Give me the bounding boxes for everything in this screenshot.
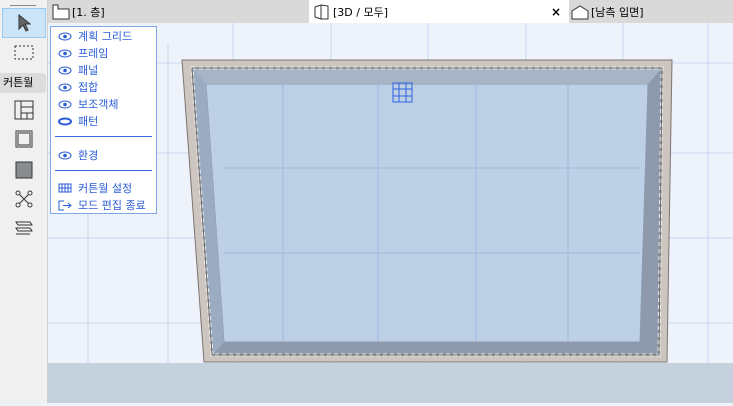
exit-icon xyxy=(58,200,72,210)
eye-icon xyxy=(58,100,72,108)
menu-label: 계획 그리드 xyxy=(78,30,133,43)
menu-item-grid[interactable]: 계획 그리드 xyxy=(58,28,132,44)
menu-label: 보조객체 xyxy=(78,98,119,111)
elevation-icon xyxy=(571,4,589,19)
grid-layout-icon xyxy=(14,100,34,120)
tab-3d[interactable]: [3D / 모두] × xyxy=(309,0,569,23)
floor-plan-icon xyxy=(52,4,70,19)
eye-icon xyxy=(58,83,72,91)
3d-view-icon xyxy=(314,3,329,19)
tab-bar: [1. 층] [3D / 모두] × [남측 입면] xyxy=(48,0,733,23)
eye-icon xyxy=(58,66,72,74)
menu-item-frame[interactable]: 프레임 xyxy=(58,45,108,61)
toolbox: 커튼월 xyxy=(0,0,48,403)
eye-icon xyxy=(58,151,72,159)
close-tab-icon[interactable]: × xyxy=(551,5,561,19)
tab-floor-plan[interactable]: [1. 층] xyxy=(52,0,105,23)
eye-closed-icon xyxy=(58,117,72,125)
toolbox-grip[interactable] xyxy=(10,5,36,6)
curtain-wall-edit-menu: 계획 그리드 프레임 패널 접합 보조객체 패턴 환경 커튼월 설정 모드 편집… xyxy=(50,26,157,214)
menu-label: 환경 xyxy=(78,149,99,162)
menu-label: 패널 xyxy=(78,64,99,77)
tab-label: [남측 입면] xyxy=(591,5,644,19)
curtain-wall-section-label: 커튼월 xyxy=(0,73,46,93)
frame-tool[interactable] xyxy=(2,124,46,154)
menu-label: 커튼월 설정 xyxy=(78,182,133,195)
tab-south-elevation[interactable]: [남측 입면] xyxy=(571,0,644,23)
marquee-tool[interactable] xyxy=(2,38,46,68)
menu-item-panel[interactable]: 패널 xyxy=(58,62,98,78)
eye-icon xyxy=(58,32,72,40)
arrow-tool[interactable] xyxy=(2,8,46,38)
panel-icon xyxy=(15,161,33,179)
panel-tool[interactable] xyxy=(2,155,46,185)
marquee-icon xyxy=(14,45,34,60)
menu-label: 패턴 xyxy=(78,115,99,128)
menu-label: 모드 편집 종료 xyxy=(78,199,146,212)
menu-item-exit-edit-mode[interactable]: 모드 편집 종료 xyxy=(58,197,146,213)
menu-label: 프레임 xyxy=(78,47,109,60)
tab-label: [1. 층] xyxy=(72,5,105,19)
junction-tool[interactable] xyxy=(2,184,46,214)
ground-plane xyxy=(48,363,733,403)
menu-divider xyxy=(55,170,152,171)
menu-item-junction[interactable]: 접합 xyxy=(58,79,98,95)
menu-item-environment[interactable]: 환경 xyxy=(58,147,98,163)
eye-icon xyxy=(58,49,72,57)
menu-divider xyxy=(55,136,152,137)
grid-tool[interactable] xyxy=(2,95,46,125)
menu-item-pattern[interactable]: 패턴 xyxy=(58,113,98,129)
curtain-wall-settings-icon xyxy=(58,183,72,193)
menu-label: 접합 xyxy=(78,81,99,94)
menu-item-accessory[interactable]: 보조객체 xyxy=(58,96,118,112)
accessory-tool[interactable] xyxy=(2,213,46,243)
menu-item-curtain-wall-settings[interactable]: 커튼월 설정 xyxy=(58,180,132,196)
tab-label: [3D / 모두] xyxy=(333,5,388,19)
accessory-icon xyxy=(15,221,33,235)
junction-icon xyxy=(15,190,33,208)
arrow-icon xyxy=(18,14,31,32)
glass-panel xyxy=(205,83,649,343)
frame-icon xyxy=(15,130,33,148)
